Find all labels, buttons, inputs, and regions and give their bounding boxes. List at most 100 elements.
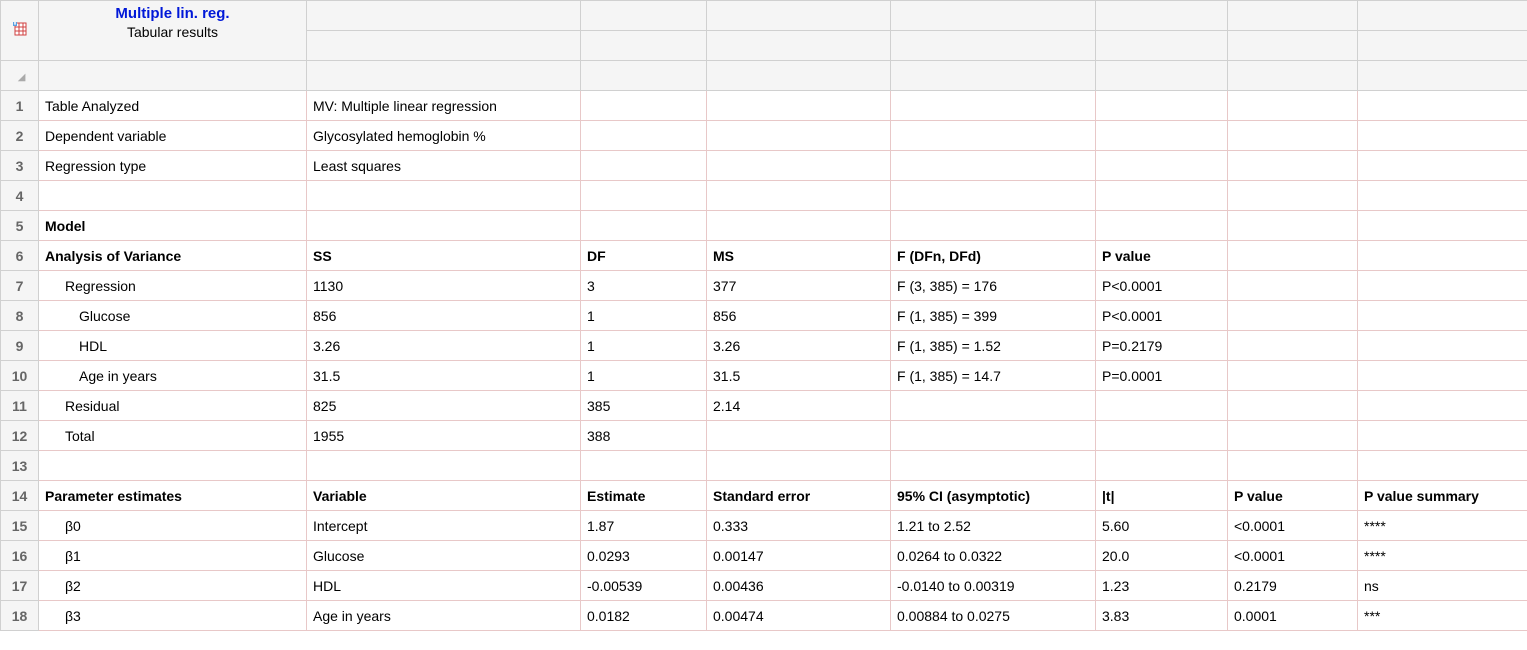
cell[interactable] (581, 91, 707, 121)
cell[interactable] (307, 451, 581, 481)
cell[interactable]: F (1, 385) = 399 (891, 301, 1096, 331)
cell[interactable] (891, 181, 1096, 211)
cell[interactable]: DF (581, 241, 707, 271)
cell[interactable] (581, 181, 707, 211)
cell[interactable]: 3.26 (707, 331, 891, 361)
col-subheader[interactable] (1358, 31, 1527, 61)
col-subheader[interactable] (707, 31, 891, 61)
cell[interactable] (1096, 391, 1228, 421)
cell[interactable] (891, 151, 1096, 181)
cell[interactable] (1228, 121, 1358, 151)
cell[interactable] (1358, 121, 1527, 151)
col-header-g[interactable] (1228, 61, 1358, 91)
col-subheader[interactable] (1096, 31, 1228, 61)
cell[interactable]: Variable (307, 481, 581, 511)
row-number[interactable]: 10 (1, 361, 39, 391)
cell[interactable]: <0.0001 (1228, 511, 1358, 541)
cell[interactable]: 1 (581, 361, 707, 391)
cell[interactable]: 0.0264 to 0.0322 (891, 541, 1096, 571)
cell[interactable] (1358, 91, 1527, 121)
row-number[interactable]: 8 (1, 301, 39, 331)
col-header-f[interactable] (1096, 61, 1228, 91)
cell[interactable] (1228, 91, 1358, 121)
cell[interactable]: P value (1096, 241, 1228, 271)
col-header[interactable] (307, 1, 581, 31)
col-header-e[interactable] (891, 61, 1096, 91)
cell[interactable]: β3 (39, 601, 307, 631)
col-header[interactable] (891, 1, 1096, 31)
cell[interactable] (1358, 211, 1527, 241)
col-header-a[interactable] (39, 61, 307, 91)
cell[interactable]: MV: Multiple linear regression (307, 91, 581, 121)
cell[interactable]: P<0.0001 (1096, 301, 1228, 331)
cell[interactable] (891, 121, 1096, 151)
cell[interactable]: P value (1228, 481, 1358, 511)
cell[interactable] (707, 451, 891, 481)
cell[interactable]: Parameter estimates (39, 481, 307, 511)
cell[interactable] (1096, 181, 1228, 211)
col-header-h[interactable] (1358, 61, 1527, 91)
cell[interactable]: F (1, 385) = 14.7 (891, 361, 1096, 391)
row-number[interactable]: 1 (1, 91, 39, 121)
row-number[interactable]: 11 (1, 391, 39, 421)
select-all-corner[interactable] (1, 61, 39, 91)
cell[interactable]: Intercept (307, 511, 581, 541)
cell[interactable]: P=0.2179 (1096, 331, 1228, 361)
col-subheader[interactable] (891, 31, 1096, 61)
cell[interactable] (1358, 181, 1527, 211)
cell[interactable] (1228, 211, 1358, 241)
cell[interactable] (1358, 361, 1527, 391)
cell[interactable]: 1955 (307, 421, 581, 451)
cell[interactable]: Residual (39, 391, 307, 421)
cell[interactable]: 1130 (307, 271, 581, 301)
row-number[interactable]: 18 (1, 601, 39, 631)
cell[interactable]: 1.23 (1096, 571, 1228, 601)
cell[interactable]: 377 (707, 271, 891, 301)
cell[interactable]: 1.21 to 2.52 (891, 511, 1096, 541)
cell[interactable]: F (DFn, DFd) (891, 241, 1096, 271)
cell[interactable]: SS (307, 241, 581, 271)
cell[interactable]: 0.0182 (581, 601, 707, 631)
col-header[interactable] (1096, 1, 1228, 31)
row-number[interactable]: 17 (1, 571, 39, 601)
col-header-b[interactable] (307, 61, 581, 91)
cell[interactable] (891, 421, 1096, 451)
cell[interactable]: |t| (1096, 481, 1228, 511)
cell[interactable] (307, 211, 581, 241)
cell[interactable]: Dependent variable (39, 121, 307, 151)
cell[interactable] (39, 181, 307, 211)
col-header[interactable] (581, 1, 707, 31)
cell[interactable] (891, 391, 1096, 421)
cell[interactable]: *** (1358, 601, 1527, 631)
cell[interactable] (1358, 151, 1527, 181)
col-header[interactable] (1358, 1, 1527, 31)
cell[interactable] (1358, 271, 1527, 301)
cell[interactable]: β2 (39, 571, 307, 601)
cell[interactable] (707, 121, 891, 151)
cell[interactable] (1358, 451, 1527, 481)
cell[interactable] (1358, 241, 1527, 271)
row-number[interactable]: 7 (1, 271, 39, 301)
cell[interactable] (1358, 391, 1527, 421)
cell[interactable]: Least squares (307, 151, 581, 181)
cell[interactable] (581, 151, 707, 181)
cell[interactable]: 0.00474 (707, 601, 891, 631)
cell[interactable]: 0.0001 (1228, 601, 1358, 631)
cell[interactable] (1096, 121, 1228, 151)
cell[interactable] (1228, 181, 1358, 211)
cell[interactable]: β1 (39, 541, 307, 571)
cell[interactable] (1228, 391, 1358, 421)
row-number[interactable]: 2 (1, 121, 39, 151)
row-number[interactable]: 12 (1, 421, 39, 451)
cell[interactable] (1228, 451, 1358, 481)
cell[interactable] (1096, 91, 1228, 121)
cell[interactable] (1096, 211, 1228, 241)
cell[interactable]: <0.0001 (1228, 541, 1358, 571)
cell[interactable]: 3.83 (1096, 601, 1228, 631)
cell[interactable]: Regression type (39, 151, 307, 181)
cell[interactable]: 0.2179 (1228, 571, 1358, 601)
cell[interactable]: 1 (581, 331, 707, 361)
cell[interactable] (1096, 451, 1228, 481)
cell[interactable]: 31.5 (707, 361, 891, 391)
cell[interactable] (891, 91, 1096, 121)
